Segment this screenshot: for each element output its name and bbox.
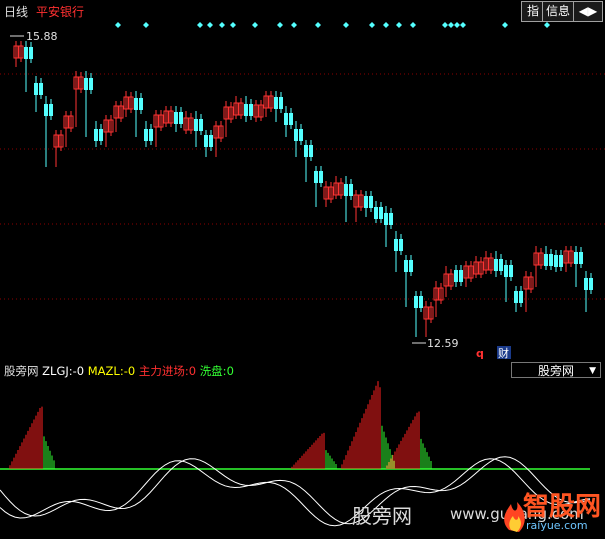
event-diamond-icon: [219, 22, 225, 28]
period-label[interactable]: 日线: [4, 3, 28, 20]
xp-label: 洗盘:: [199, 364, 227, 378]
logo-text: 智股网: [523, 492, 602, 522]
indicator-name: 股旁网: [4, 364, 39, 378]
indicator-bars: [0, 381, 590, 470]
event-diamond-icon: [230, 22, 236, 28]
event-diamond-icon: [502, 22, 508, 28]
event-diamond-icon: [115, 22, 121, 28]
zlgj-label: ZLGJ:: [42, 364, 73, 378]
event-diamond-icon: [197, 22, 203, 28]
zljc-value: 0: [188, 364, 197, 378]
title-bar: [0, 0, 605, 22]
event-diamond-icon: [207, 22, 213, 28]
event-diamond-icon: [291, 22, 297, 28]
info-button[interactable]: 信息: [542, 1, 574, 22]
event-diamond-icon: [252, 22, 258, 28]
window-toggle-button[interactable]: ◀▶: [573, 1, 603, 22]
zlgj-value: -0: [72, 364, 85, 378]
event-diamond-icon: [448, 22, 454, 28]
event-diamond-icon: [454, 22, 460, 28]
q-marker: q: [476, 347, 484, 360]
candles: [13, 41, 593, 337]
logo-subtext: raiyue.com: [526, 519, 588, 532]
event-diamond-icon: [143, 22, 149, 28]
indicator-select-value: 股旁网: [538, 364, 575, 378]
mazl-value: -0: [123, 364, 136, 378]
event-diamond-icon: [343, 22, 349, 28]
event-diamond-icon: [544, 22, 550, 28]
indicator-legend: 股旁网 ZLGJ:-0 MAZL:-0 主力进场:0 洗盘:0: [4, 363, 234, 379]
candlestick-chart[interactable]: 15.88 12.59 q 财: [0, 22, 605, 360]
high-price-label: 15.88: [26, 30, 58, 43]
event-diamond-icon: [277, 22, 283, 28]
event-diamond-icon: [460, 22, 466, 28]
event-diamond-icon: [442, 22, 448, 28]
price-extremes: 15.88 12.59: [10, 30, 459, 350]
event-diamond-icon: [315, 22, 321, 28]
event-diamond-icon: [410, 22, 416, 28]
event-diamond-icon: [396, 22, 402, 28]
zljc-label: 主力进场:: [138, 364, 189, 378]
indicator-select[interactable]: 股旁网 ▼: [511, 362, 601, 378]
watermark-text: 股旁网: [352, 504, 412, 528]
mazl-label: MAZL:: [87, 364, 124, 378]
stock-name: 平安银行: [36, 5, 85, 19]
xp-value: 0: [226, 364, 234, 378]
event-diamond-icon: [369, 22, 375, 28]
low-price-label: 12.59: [427, 337, 459, 350]
event-diamond-icon: [383, 22, 389, 28]
price-grid: [0, 73, 605, 300]
event-markers[interactable]: [115, 22, 550, 28]
chevron-down-icon: ▼: [589, 366, 596, 376]
finance-marker: 财: [498, 346, 509, 360]
